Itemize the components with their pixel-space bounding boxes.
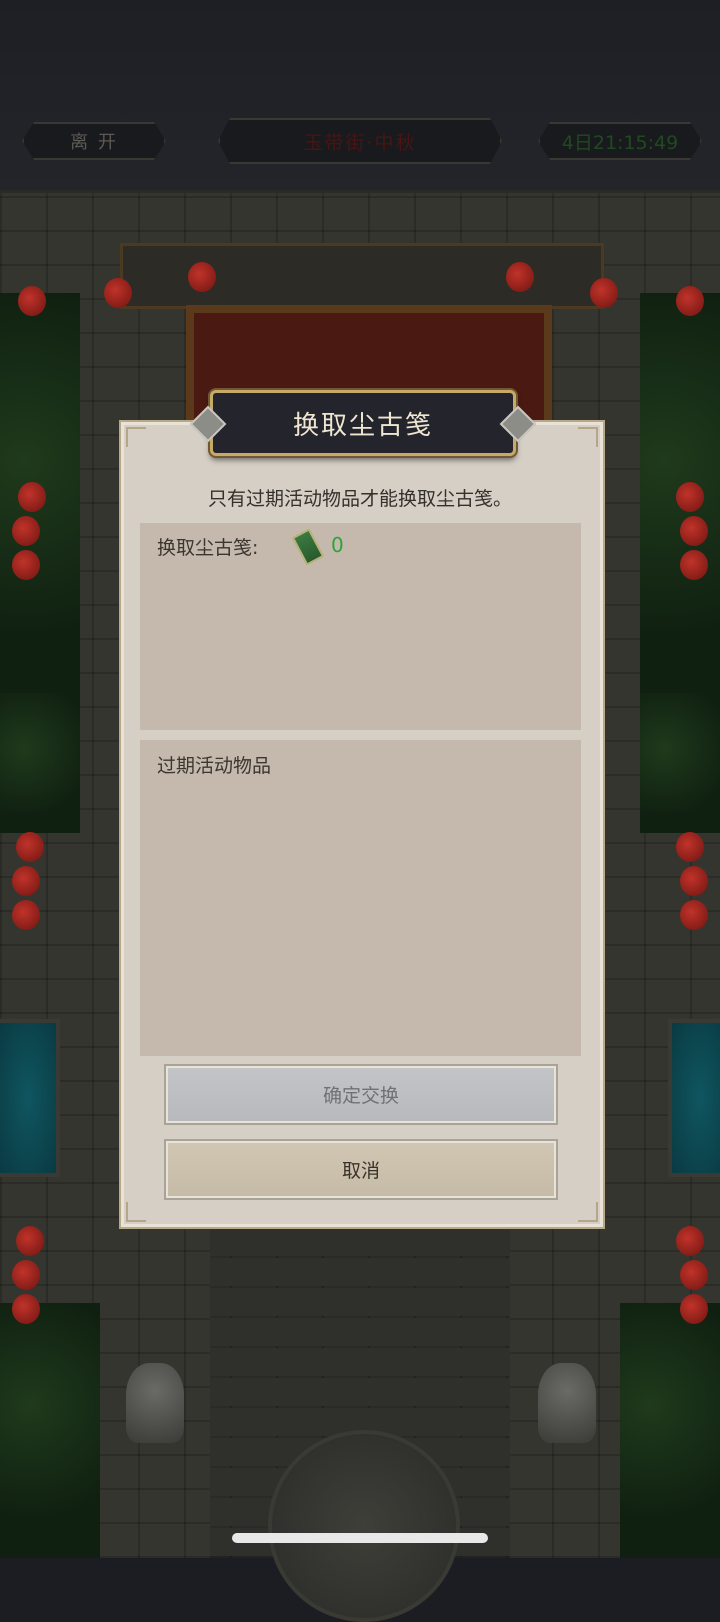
corner-ornament xyxy=(578,427,598,447)
confirm-exchange-button[interactable]: 确定交换 xyxy=(166,1066,556,1123)
home-indicator[interactable] xyxy=(232,1533,488,1543)
lantern-icon xyxy=(16,1226,44,1256)
green-token-icon xyxy=(291,528,325,566)
corner-ornament xyxy=(126,427,146,447)
expired-items-label: 过期活动物品 xyxy=(157,755,272,777)
lantern-icon xyxy=(12,516,40,546)
top-bar: 离 开 玉带街·中秋 4日21:15:49 xyxy=(0,0,720,193)
lantern-icon xyxy=(12,1294,40,1324)
flower-bed-right xyxy=(640,693,720,833)
expired-items-panel[interactable]: 过期活动物品 xyxy=(140,740,581,1056)
floor-medallion xyxy=(268,1430,460,1622)
garden-bottom-right xyxy=(620,1303,720,1558)
lantern-icon xyxy=(676,1226,704,1256)
cancel-button[interactable]: 取消 xyxy=(166,1141,556,1198)
lantern-icon xyxy=(680,900,708,930)
lantern-icon xyxy=(676,832,704,862)
lantern-icon xyxy=(104,278,132,308)
garden-bottom-left xyxy=(0,1303,100,1558)
pond-left xyxy=(0,1019,60,1177)
lantern-icon xyxy=(680,866,708,896)
lantern-icon xyxy=(18,286,46,316)
dialog-title: 换取尘古笺 xyxy=(292,410,433,441)
lantern-icon xyxy=(680,550,708,580)
lantern-icon xyxy=(12,550,40,580)
lantern-icon xyxy=(590,278,618,308)
lantern-icon xyxy=(680,516,708,546)
pond-right xyxy=(668,1019,720,1177)
lantern-icon xyxy=(680,1260,708,1290)
flower-bed-left xyxy=(0,693,80,833)
lantern-icon xyxy=(680,1294,708,1324)
exchange-panel: 换取尘古笺: 0 xyxy=(140,523,581,730)
lantern-icon xyxy=(506,262,534,292)
exchange-label: 换取尘古笺: xyxy=(157,537,259,559)
lantern-icon xyxy=(12,866,40,896)
lantern-icon xyxy=(12,1260,40,1290)
lantern-icon xyxy=(16,832,44,862)
corner-ornament xyxy=(126,1202,146,1222)
token-count: 0 xyxy=(331,533,344,557)
corner-ornament xyxy=(578,1202,598,1222)
game-time-label: 4日21:15:49 xyxy=(538,122,702,160)
location-label: 玉带街·中秋 xyxy=(218,118,502,164)
lantern-icon xyxy=(188,262,216,292)
lantern-icon xyxy=(12,900,40,930)
lantern-icon xyxy=(676,286,704,316)
stone-lion-right xyxy=(538,1363,596,1443)
dialog-notice: 只有过期活动物品才能换取尘古笺。 xyxy=(207,488,512,510)
leave-button[interactable]: 离 开 xyxy=(22,122,166,160)
dialog-title-plate: 换取尘古笺 xyxy=(189,390,537,456)
stone-lion-left xyxy=(126,1363,184,1443)
